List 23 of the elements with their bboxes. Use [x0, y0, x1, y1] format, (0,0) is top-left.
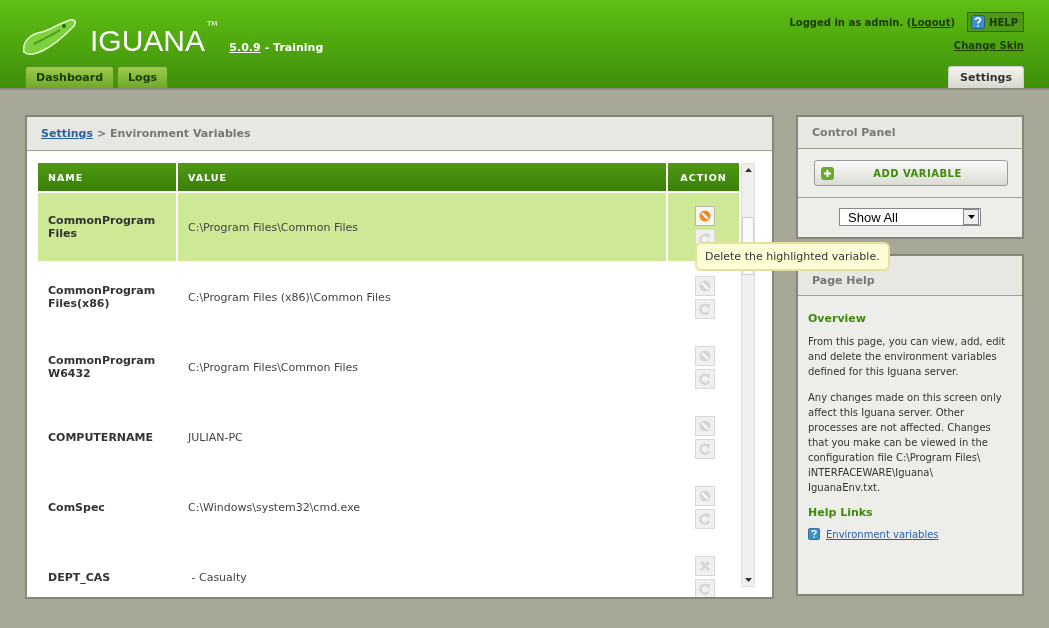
help-paragraph: From this page, you can view, add, edit and delete the environment variables defined for this Iguana server. [808, 335, 1006, 379]
logo-text: IGUANA [90, 26, 206, 56]
name-cell: CommonProgram Files [38, 193, 178, 261]
breadcrumb-current: > Environment Variables [96, 127, 251, 140]
value-cell: JULIAN-PC [178, 403, 668, 471]
name-cell: CommonProgram Files(x86) [38, 263, 178, 331]
edition-label: - Training [264, 41, 324, 54]
value-cell: C:\Program Files (x86)\Common Files [178, 263, 668, 331]
section-heading: Overview [808, 312, 867, 325]
value-cell: C:\Program Files\Common Files [178, 193, 668, 261]
login-status: Logged in as admin. (Logout) [789, 16, 956, 28]
value-cell: - Casualty [178, 543, 668, 597]
help-paragraph: Any changes made on this screen only affect this Iguana server. Other processes are not affected. Changes that you make can be viewed in the configuration file C:\Program Files\ iNTERFACEWARE\Iguana\ IguanaEnv.txt. [808, 391, 1003, 495]
name-cell: DEPT_CAS [38, 543, 178, 597]
name-cell: ComSpec [38, 473, 178, 541]
name-cell: COMPUTERNAME [38, 403, 178, 471]
value-cell: C:\Windows\system32\cmd.exe [178, 473, 668, 541]
value-cell: C:\Program Files\Common Files [178, 333, 668, 401]
panel-title: Control Panel [798, 117, 1022, 149]
name-cell: CommonProgram W6432 [38, 333, 178, 401]
tooltip: Delete the highlighted variable. [695, 242, 890, 271]
section-heading: Help Links [808, 506, 874, 519]
action-header: ACTION [679, 170, 728, 185]
